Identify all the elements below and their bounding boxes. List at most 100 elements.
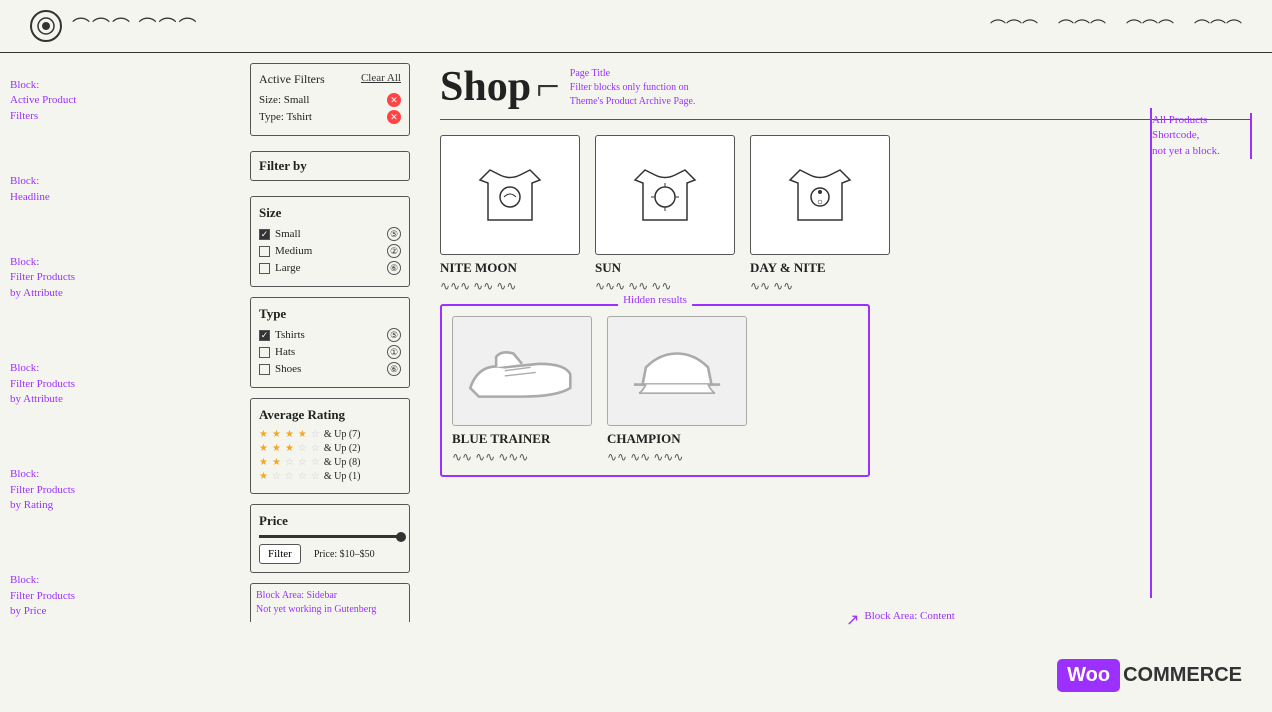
size-medium-label: Medium — [275, 245, 312, 257]
star-3: ★ — [285, 429, 294, 440]
type-hats-label: Hats — [275, 346, 295, 358]
checkbox-hats[interactable] — [259, 347, 270, 358]
woo-text: Woo — [1057, 659, 1120, 692]
page-title-annotation: Page Title Filter blocks only function o… — [570, 68, 696, 109]
star-2: ★ — [272, 457, 281, 468]
product-sun-title: SUN — [595, 260, 735, 276]
product-champion-price: ∿∿ ∿∿ ∿∿∿ — [607, 450, 747, 465]
slider-handle[interactable] — [396, 532, 406, 542]
product-nite-moon[interactable]: NITE MOON ∿∿∿ ∿∿ ∿∿ — [440, 135, 580, 294]
star-4: ★ — [298, 429, 307, 440]
star-1: ★ — [259, 429, 268, 440]
size-large-label: Large — [275, 262, 300, 274]
product-day-nite-price: ∿∿ ∿∿ — [750, 279, 890, 294]
filter-by-box: Filter by — [250, 151, 410, 181]
rating-4up-label: & Up (7) — [324, 429, 361, 440]
annotation-headline: Block: Headline — [10, 174, 230, 205]
product-grid: NITE MOON ∿∿∿ ∿∿ ∿∿ SUN — [440, 135, 1252, 294]
star-5: ☆ — [311, 429, 320, 440]
size-filter-title: Size — [259, 205, 401, 221]
size-large[interactable]: Large ⑥ — [259, 261, 401, 275]
type-tshirts[interactable]: ✓ Tshirts ⑤ — [259, 328, 401, 342]
sidebar-bottom-text: Block Area: Sidebar Not yet working in G… — [256, 589, 404, 617]
size-medium[interactable]: Medium ② — [259, 244, 401, 258]
product-nite-moon-title: NITE MOON — [440, 260, 580, 276]
product-nite-moon-price: ∿∿∿ ∿∿ ∿∿ — [440, 279, 580, 294]
filter-tag-type: Type: Tshirt ✕ — [259, 110, 401, 124]
active-filters-header: Active Filters Clear All — [259, 72, 401, 87]
product-day-nite-title: DAY & NITE — [750, 260, 890, 276]
price-filter-button[interactable]: Filter — [259, 544, 301, 564]
type-hats[interactable]: Hats ① — [259, 345, 401, 359]
annotation-filter-attribute-2: Block: Filter Products by Attribute — [10, 361, 230, 407]
filter-by-label: Filter by — [259, 158, 307, 173]
star-2: ★ — [272, 443, 281, 454]
shop-header: Shop ⌐ Page Title Filter blocks only fun… — [440, 63, 1252, 111]
product-sun[interactable]: SUN ∿∿∿ ∿∿ ∿∿ — [595, 135, 735, 294]
product-blue-trainer-title: BLUE TRAINER — [452, 431, 592, 447]
product-blue-trainer-image — [452, 316, 592, 426]
clear-all-button[interactable]: Clear All — [361, 72, 401, 87]
product-blue-trainer[interactable]: BLUE TRAINER ∿∿ ∿∿ ∿∿∿ — [452, 316, 592, 465]
size-large-count: ⑥ — [387, 261, 401, 275]
all-products-annotation: All Products Shortcode, not yet a block. — [1152, 113, 1252, 159]
type-filter-section: Type ✓ Tshirts ⑤ Hats ① Shoes — [250, 297, 410, 388]
product-day-nite[interactable]: DAY & NITE ∿∿ ∿∿ — [750, 135, 890, 294]
shop-divider — [440, 119, 1252, 120]
header-nav: ⌒⌒⌒ ⌒⌒⌒ ⌒⌒⌒ ⌒⌒⌒ — [990, 14, 1242, 38]
rating-2up[interactable]: ★ ★ ☆ ☆ ☆ & Up (8) — [259, 457, 401, 468]
type-shoes-label: Shoes — [275, 363, 301, 375]
product-day-nite-image — [750, 135, 890, 255]
header: ⌒⌒⌒ ⌒⌒⌒ ⌒⌒⌒ ⌒⌒⌒ ⌒⌒⌒ ⌒⌒⌒ — [0, 0, 1272, 53]
filter-tag-size: Size: Small ✕ — [259, 93, 401, 107]
star-5: ☆ — [311, 457, 320, 468]
filter-tag-type-label: Type: Tshirt — [259, 111, 312, 123]
checkbox-shoes[interactable] — [259, 364, 270, 375]
star-2: ☆ — [272, 471, 281, 482]
block-area-content: ↗ Block Area: Content — [846, 610, 955, 630]
commerce-text: COMMERCE — [1123, 664, 1242, 687]
type-hats-count: ① — [387, 345, 401, 359]
checkbox-large[interactable] — [259, 263, 270, 274]
annotation-filter-attribute-1: Block: Filter Products by Attribute — [10, 255, 230, 301]
rating-2up-label: & Up (8) — [324, 457, 361, 468]
star-4: ☆ — [298, 471, 307, 482]
rating-1up[interactable]: ★ ☆ ☆ ☆ ☆ & Up (1) — [259, 471, 401, 482]
hidden-results-container: Hidden results BLUE TRAINE — [440, 304, 870, 477]
type-shoes-count: ⑥ — [387, 362, 401, 376]
block-area-content-label: Block Area: Content — [864, 610, 954, 622]
filter-tag-size-label: Size: Small — [259, 94, 309, 106]
product-champion[interactable]: CHAMPION ∿∿ ∿∿ ∿∿∿ — [607, 316, 747, 465]
type-filter-title: Type — [259, 306, 401, 322]
product-champion-image — [607, 316, 747, 426]
slider-track — [259, 535, 401, 538]
checkbox-medium[interactable] — [259, 246, 270, 257]
rating-filter-section: Average Rating ★ ★ ★ ★ ☆ & Up (7) ★ ★ ★ … — [250, 398, 410, 494]
remove-filter-size[interactable]: ✕ — [387, 93, 401, 107]
size-small[interactable]: ✓ Small ⑤ — [259, 227, 401, 241]
star-1: ★ — [259, 471, 268, 482]
rating-3up[interactable]: ★ ★ ★ ☆ ☆ & Up (2) — [259, 443, 401, 454]
rating-4up[interactable]: ★ ★ ★ ★ ☆ & Up (7) — [259, 429, 401, 440]
nav-item-1[interactable]: ⌒⌒⌒ — [990, 14, 1038, 38]
star-1: ★ — [259, 443, 268, 454]
nav-item-2[interactable]: ⌒⌒⌒ — [1058, 14, 1106, 38]
type-shoes[interactable]: Shoes ⑥ — [259, 362, 401, 376]
woocommerce-logo: Woo COMMERCE — [1057, 659, 1242, 692]
star-5: ☆ — [311, 471, 320, 482]
star-3: ★ — [285, 443, 294, 454]
checkbox-small[interactable]: ✓ — [259, 229, 270, 240]
nav-item-4[interactable]: ⌒⌒⌒ — [1194, 14, 1242, 38]
price-filter-title: Price — [259, 513, 401, 529]
header-left: ⌒⌒⌒ ⌒⌒⌒ — [30, 10, 199, 42]
sidebar-bottom-note: Block Area: Sidebar Not yet working in G… — [250, 583, 410, 622]
checkbox-tshirts[interactable]: ✓ — [259, 330, 270, 341]
nav-item-3[interactable]: ⌒⌒⌒ — [1126, 14, 1174, 38]
remove-filter-type[interactable]: ✕ — [387, 110, 401, 124]
price-slider[interactable] — [259, 535, 401, 538]
star-5: ☆ — [311, 443, 320, 454]
size-small-label: Small — [275, 228, 301, 240]
product-nite-moon-image — [440, 135, 580, 255]
main-content: Shop ⌐ Page Title Filter blocks only fun… — [420, 53, 1272, 710]
price-filter-section: Price Filter Price: $10–$50 — [250, 504, 410, 573]
